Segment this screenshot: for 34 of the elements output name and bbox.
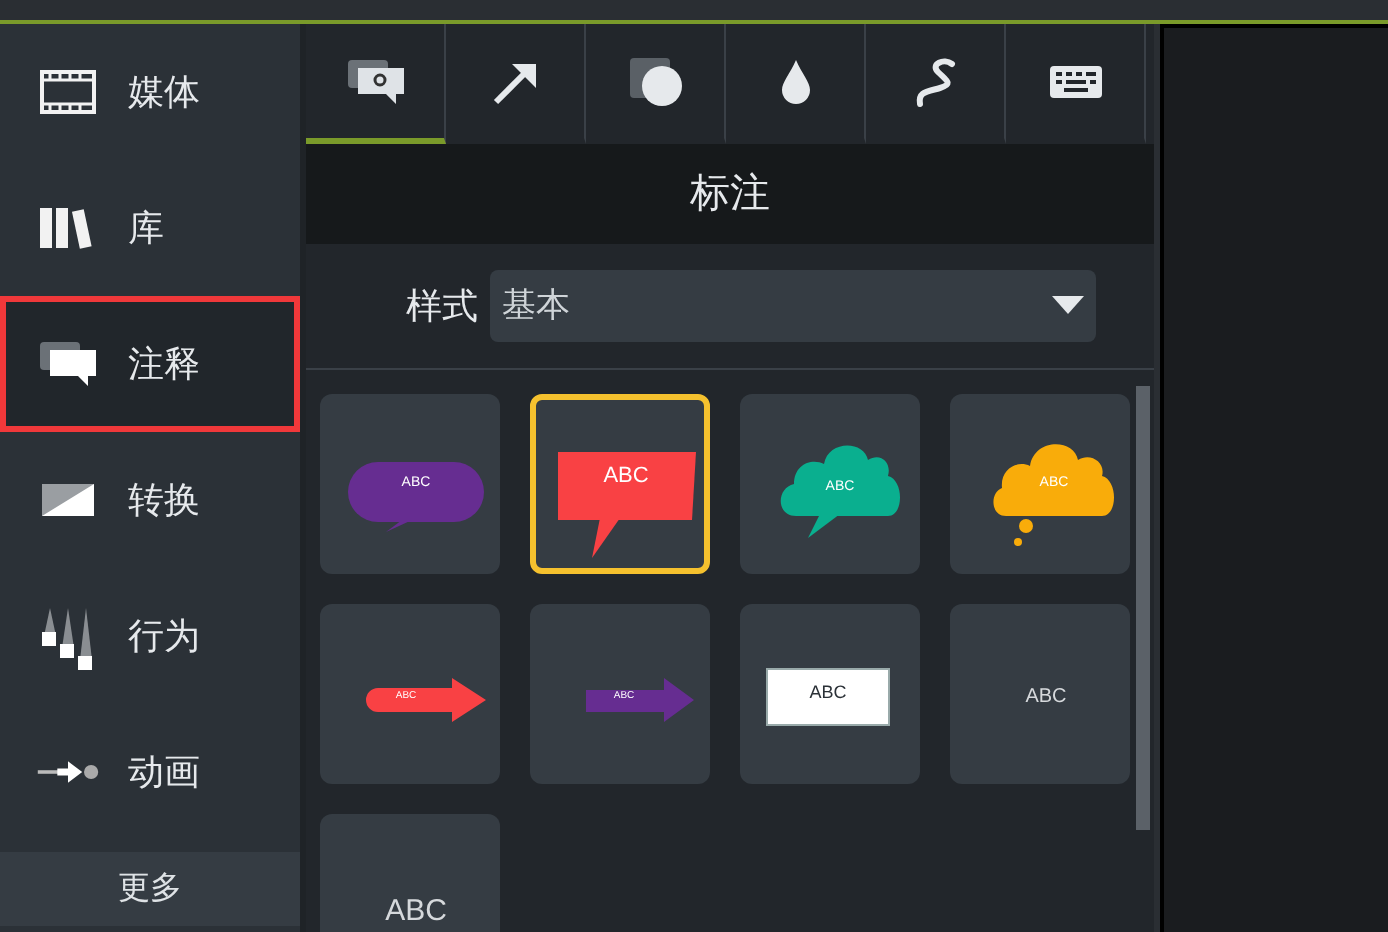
panel-title: 标注 <box>306 144 1154 244</box>
speech-bubble-drawing <box>556 450 696 560</box>
callout-text: ABC <box>383 896 449 926</box>
keyboard-icon <box>1047 63 1103 99</box>
sidebar-item[interactable]: 转换 <box>0 432 300 568</box>
callout-tile[interactable]: ABC <box>950 604 1130 784</box>
sidebar-item[interactable]: 库 <box>0 160 300 296</box>
sidebar-item[interactable]: 媒体 <box>0 24 300 160</box>
callout-tile[interactable]: ABC <box>740 604 920 784</box>
callout-text: ABC <box>1023 688 1069 708</box>
text-box-drawing <box>766 668 890 726</box>
shapes-icon <box>627 55 683 107</box>
sidebar-item[interactable]: 动画 <box>0 704 300 840</box>
drop-icon <box>779 57 811 105</box>
more-button[interactable]: 更多 <box>0 852 300 926</box>
speech-bubble-drawing <box>346 460 486 532</box>
motion-arrow-icon <box>36 758 100 786</box>
dropdown-caret-icon <box>1052 296 1084 316</box>
callout-tile[interactable]: ABC <box>320 814 500 932</box>
style-dropdown[interactable]: 基本 <box>490 270 1096 342</box>
squiggle-icon <box>911 55 959 107</box>
speech-bubble-icon <box>345 57 405 105</box>
arrow-callout-drawing <box>366 678 490 722</box>
callout-text: ABC <box>601 466 651 488</box>
callout-text: ABC <box>807 684 849 702</box>
style-label: 样式 <box>404 283 480 329</box>
callout-tile[interactable]: ABC <box>530 394 710 574</box>
film-strip-icon <box>40 70 96 114</box>
sidebar-item[interactable]: 注释 <box>0 296 300 432</box>
transition-icon <box>40 482 96 518</box>
arrow-callout-drawing <box>584 678 696 722</box>
sidebar-item[interactable]: 行为 <box>0 568 300 704</box>
scrollbar[interactable] <box>1136 386 1150 830</box>
speech-bubble-icon <box>38 340 98 388</box>
